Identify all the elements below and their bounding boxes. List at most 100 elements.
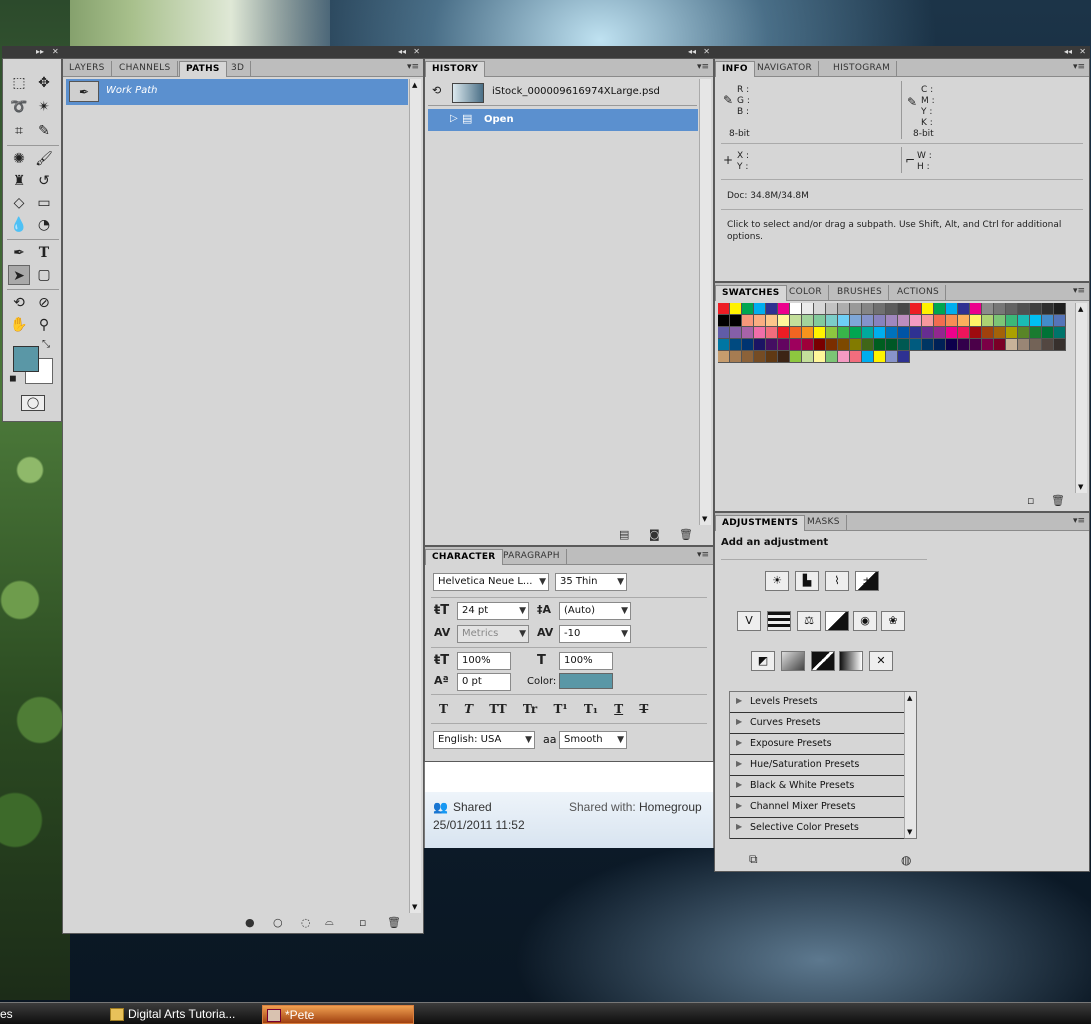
faux-italic-button[interactable]: T (464, 702, 473, 716)
panel-menu-icon[interactable]: ▾≡ (1073, 62, 1085, 72)
color-swatch[interactable] (970, 327, 982, 339)
color-swatch[interactable] (790, 327, 802, 339)
color-swatch[interactable] (910, 339, 922, 351)
color-swatch[interactable] (802, 339, 814, 351)
preset-levels[interactable]: Levels Presets (730, 692, 904, 713)
clip-to-layer-icon[interactable]: ⧉ (749, 852, 758, 867)
adjustment-options-icon[interactable]: ◍ (901, 853, 911, 867)
color-swatch[interactable] (742, 315, 754, 327)
color-swatch[interactable] (850, 303, 862, 315)
anti-alias-select[interactable]: Smooth ▼ (559, 731, 627, 749)
pen-tool-icon[interactable]: ✒ (8, 243, 30, 263)
color-swatch[interactable] (742, 351, 754, 363)
color-swatch[interactable] (910, 327, 922, 339)
color-swatch[interactable] (898, 327, 910, 339)
photo-filter-icon[interactable]: ◉ (853, 611, 877, 631)
brightness-contrast-icon[interactable]: ☀ (765, 571, 789, 591)
levels-icon[interactable]: ▙ (795, 571, 819, 591)
color-swatch[interactable] (838, 327, 850, 339)
swatches-scrollbar[interactable]: ▲ ▼ (1075, 303, 1087, 493)
tab-navigator[interactable]: NAVIGATOR (751, 61, 820, 77)
vertical-scale-field[interactable]: 100% (457, 652, 511, 670)
delete-swatch-icon[interactable]: 🗑 (1051, 494, 1065, 507)
color-swatch[interactable] (1042, 327, 1054, 339)
color-swatch[interactable] (778, 339, 790, 351)
history-state-open[interactable]: ▷ ▤ Open (428, 109, 698, 131)
color-swatch[interactable] (730, 327, 742, 339)
color-swatch[interactable] (778, 303, 790, 315)
curves-icon[interactable]: ⌇ (825, 571, 849, 591)
panel-menu-icon[interactable]: ▾≡ (1073, 286, 1085, 296)
color-swatch[interactable] (790, 351, 802, 363)
color-swatch[interactable] (778, 351, 790, 363)
selective-color-icon[interactable]: ✕ (869, 651, 893, 671)
font-style-select[interactable]: 35 Thin ▼ (555, 573, 627, 591)
panel-menu-icon[interactable]: ▾≡ (697, 62, 709, 72)
stroke-path-icon[interactable]: ○ (273, 916, 283, 929)
color-swatch[interactable] (778, 315, 790, 327)
tab-paths[interactable]: PATHS (179, 61, 227, 77)
color-swatch[interactable] (766, 303, 778, 315)
preset-black-white[interactable]: Black & White Presets (730, 776, 904, 797)
color-swatch[interactable] (790, 315, 802, 327)
foreground-color-swatch[interactable] (13, 346, 39, 372)
color-swatch[interactable] (814, 339, 826, 351)
new-path-icon[interactable]: ▫ (359, 916, 366, 929)
dodge-tool-icon[interactable]: ◔ (33, 215, 55, 235)
hue-saturation-icon[interactable] (767, 611, 791, 631)
path-selection-tool-icon[interactable]: ➤ (8, 265, 30, 285)
gradient-tool-icon[interactable]: ▭ (33, 193, 55, 213)
font-family-select[interactable]: Helvetica Neue L... ▼ (433, 573, 549, 591)
new-snapshot-icon[interactable]: ◙ (649, 528, 660, 541)
tab-character[interactable]: CHARACTER (425, 549, 503, 565)
exposure-icon[interactable]: ± (855, 571, 879, 591)
color-swatch[interactable] (814, 327, 826, 339)
color-swatch[interactable] (1006, 339, 1018, 351)
color-swatch[interactable] (814, 315, 826, 327)
threshold-icon[interactable] (811, 651, 835, 671)
3d-orbit-tool-icon[interactable]: ⊘ (33, 293, 55, 313)
vibrance-icon[interactable]: V (737, 611, 761, 631)
color-swatch[interactable] (934, 339, 946, 351)
tab-paragraph[interactable]: PARAGRAPH (497, 549, 567, 565)
color-swatch[interactable] (826, 339, 838, 351)
path-row-work-path[interactable]: ✒ Work Path (66, 79, 408, 105)
lasso-tool-icon[interactable]: ➰ (8, 97, 30, 117)
quick-mask-icon[interactable]: ◯ (21, 395, 45, 411)
clone-stamp-tool-icon[interactable]: ♜ (8, 171, 30, 191)
move-tool-icon[interactable]: ✥ (33, 73, 55, 93)
tab-masks[interactable]: MASKS (801, 515, 847, 531)
color-swatch[interactable] (982, 339, 994, 351)
tab-actions[interactable]: ACTIONS (891, 285, 947, 301)
history-brush-tool-icon[interactable]: ↺ (33, 171, 55, 191)
scroll-up-icon[interactable]: ▲ (907, 694, 912, 702)
color-swatch[interactable] (1030, 327, 1042, 339)
color-swatch[interactable] (1042, 315, 1054, 327)
load-selection-icon[interactable]: ◌ (301, 916, 311, 929)
color-swatch[interactable] (898, 351, 910, 363)
superscript-button[interactable]: T¹ (553, 702, 567, 716)
delete-state-icon[interactable]: 🗑 (679, 528, 693, 541)
color-swatch[interactable] (1030, 303, 1042, 315)
panel-menu-icon[interactable]: ▾≡ (1073, 516, 1085, 526)
color-swatch[interactable] (802, 315, 814, 327)
color-swatch[interactable] (766, 339, 778, 351)
taskbar-stub[interactable]: es (0, 1005, 19, 1024)
preset-channel-mixer[interactable]: Channel Mixer Presets (730, 797, 904, 818)
color-swatch[interactable] (814, 303, 826, 315)
color-swatch[interactable] (1006, 303, 1018, 315)
faux-bold-button[interactable]: T (439, 702, 448, 716)
hand-tool-icon[interactable]: ✋ (8, 315, 30, 335)
close-icon[interactable]: ✕ (1079, 47, 1086, 56)
scroll-down-icon[interactable]: ▼ (1078, 483, 1083, 491)
color-swatch[interactable] (886, 339, 898, 351)
zoom-tool-icon[interactable]: ⚲ (33, 315, 55, 335)
color-swatch[interactable] (802, 327, 814, 339)
color-swatch[interactable] (838, 351, 850, 363)
color-swatch[interactable] (994, 339, 1006, 351)
collapse-icon[interactable]: ◂◂ (1064, 47, 1072, 56)
black-white-icon[interactable] (825, 611, 849, 631)
posterize-icon[interactable] (781, 651, 805, 671)
color-swatch[interactable] (1030, 315, 1042, 327)
tab-color[interactable]: COLOR (783, 285, 829, 301)
